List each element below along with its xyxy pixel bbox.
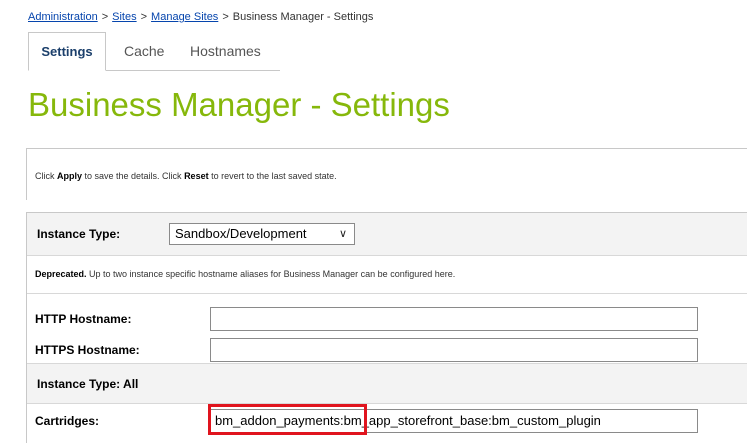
reset-keyword: Reset — [184, 171, 209, 181]
http-hostname-row: HTTP Hostname: — [27, 294, 747, 336]
instance-type-selected-value: Sandbox/Development — [175, 226, 307, 241]
breadcrumb-sites-link[interactable]: Sites — [112, 11, 136, 23]
https-hostname-label: HTTPS Hostname: — [35, 343, 140, 357]
https-hostname-row: HTTPS Hostname: — [27, 336, 747, 364]
instance-type-select[interactable]: Sandbox/Development ∨ — [169, 223, 355, 245]
instance-type-label: Instance Type: — [37, 227, 121, 241]
breadcrumb: Administration > Sites > Manage Sites > Busine… — [28, 11, 373, 23]
cartridges-row: Cartridges: bm_addon_payments:bm_app_sto… — [27, 404, 747, 444]
breadcrumb-manage-sites-link[interactable]: Manage Sites — [151, 11, 218, 23]
deprecated-note: Deprecated. Up to two instance specific … — [35, 269, 456, 279]
instance-type-row: Instance Type: Sandbox/Development ∨ — [27, 213, 747, 256]
http-hostname-input[interactable] — [210, 307, 698, 331]
page-title: Business Manager - Settings — [28, 86, 450, 123]
instance-type-all-label: Instance Type: All — [37, 377, 139, 391]
http-hostname-label: HTTP Hostname: — [35, 312, 132, 326]
tab-bar: Settings Cache Hostnames — [28, 32, 280, 71]
deprecated-keyword: Deprecated. — [35, 269, 87, 279]
instance-type-all-row: Instance Type: All — [27, 364, 747, 404]
info-panel: Click Apply to save the details. Click R… — [26, 148, 747, 200]
breadcrumb-current: Business Manager - Settings — [232, 11, 374, 23]
breadcrumb-separator: > — [222, 11, 229, 23]
tab-hostnames[interactable]: Hostnames — [190, 32, 261, 70]
breadcrumb-administration-link[interactable]: Administration — [28, 11, 98, 23]
tab-settings[interactable]: Settings — [28, 32, 106, 71]
apply-keyword: Apply — [57, 171, 83, 181]
cartridges-label: Cartridges: — [35, 414, 100, 428]
tab-cache[interactable]: Cache — [124, 32, 164, 70]
chevron-down-icon: ∨ — [338, 228, 347, 240]
settings-form: Instance Type: Sandbox/Development ∨ Dep… — [26, 212, 747, 443]
breadcrumb-separator: > — [140, 11, 148, 23]
https-hostname-input[interactable] — [210, 338, 698, 362]
info-text: Click Apply to save the details. Click R… — [35, 171, 337, 181]
deprecated-note-row: Deprecated. Up to two instance specific … — [27, 256, 747, 294]
breadcrumb-separator: > — [101, 11, 109, 23]
cartridges-input[interactable]: bm_addon_payments:bm_app_storefront_base… — [210, 409, 698, 433]
